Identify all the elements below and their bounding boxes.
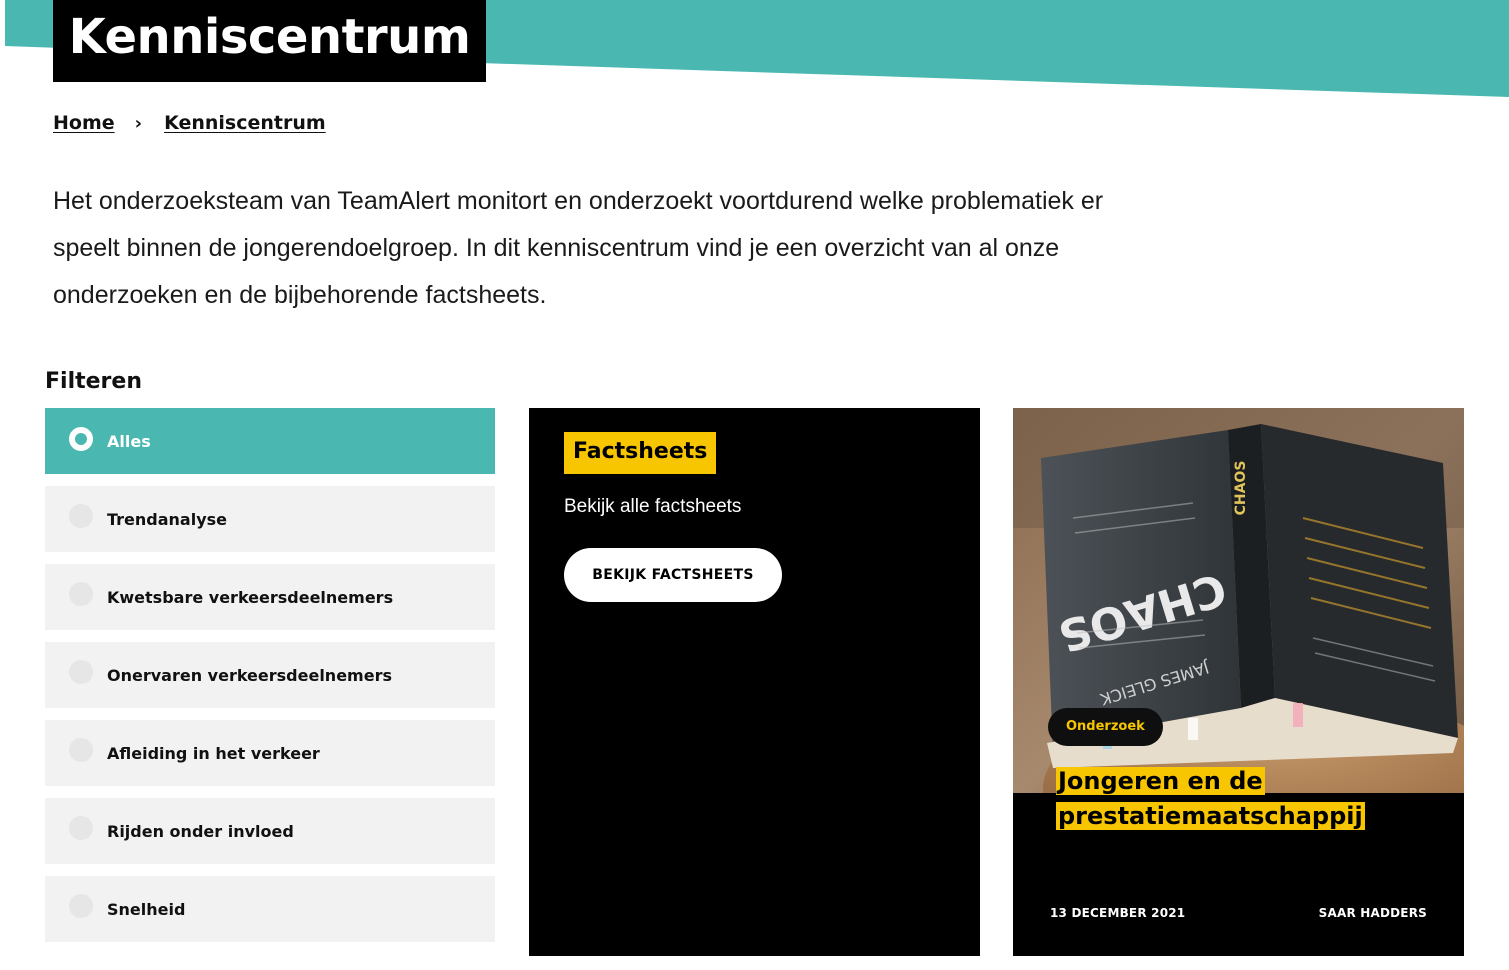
chevron-right-icon: › [134,112,143,134]
breadcrumb-home-link[interactable]: Home [53,112,115,134]
breadcrumb: Home › Kenniscentrum [53,108,326,138]
factsheets-card: Factsheets Bekijk alle factsheets BEKIJK… [529,408,980,956]
filter-option-label: Snelheid [107,899,186,919]
article-meta: 13 DECEMBER 2021 SAAR HADDERS [1050,906,1427,920]
radio-icon [69,894,93,918]
filter-option-alles[interactable]: Alles [45,408,495,474]
filter-option-rijden-onder-invloed[interactable]: Rijden onder invloed [45,798,495,864]
radio-icon [69,504,93,528]
article-date: 13 DECEMBER 2021 [1050,906,1186,920]
intro-text: Het onderzoeksteam van TeamAlert monitor… [53,187,1104,309]
page-title: Kenniscentrum [53,0,486,82]
radio-selected-icon [69,427,93,451]
filter-option-label: Alles [107,431,151,451]
breadcrumb-current-link[interactable]: Kenniscentrum [164,112,326,134]
radio-icon [69,816,93,840]
filter-option-label: Kwetsbare verkeersdeelnemers [107,587,394,607]
filter-option-onervaren-verkeersdeelnemers[interactable]: Onervaren verkeersdeelnemers [45,642,495,708]
filter-option-label: Onervaren verkeersdeelnemers [107,665,392,685]
factsheets-tag: Factsheets [564,432,717,474]
factsheets-description: Bekijk alle factsheets [564,496,742,517]
filter-heading: Filteren [45,369,142,394]
article-card[interactable]: CHAOS JAMES GLEICK CHAOS Onderzoek Jonge… [1013,408,1464,956]
radio-icon [69,738,93,762]
article-author: SAAR HADDERS [1318,906,1427,920]
filter-option-trendanalyse[interactable]: Trendanalyse [45,486,495,552]
filter-option-snelheid[interactable]: Snelheid [45,876,495,942]
filter-option-label: Trendanalyse [107,509,228,529]
onderzoek-badge[interactable]: Onderzoek [1048,708,1163,746]
article-title[interactable]: Jongeren en de prestatiemaatschappij [1056,764,1456,834]
filter-option-label: Rijden onder invloed [107,821,294,841]
svg-text:CHAOS: CHAOS [1233,461,1249,516]
filter-option-afleiding-in-het-verkeer[interactable]: Afleiding in het verkeer [45,720,495,786]
filter-list: Alles Trendanalyse Kwetsbare verkeersdee… [45,408,495,954]
filter-option-label: Afleiding in het verkeer [107,743,320,763]
radio-icon [69,660,93,684]
filter-option-kwetsbare-verkeersdeelnemers[interactable]: Kwetsbare verkeersdeelnemers [45,564,495,630]
bekijk-factsheets-button[interactable]: BEKIJK FACTSHEETS [564,548,782,602]
radio-icon [69,582,93,606]
